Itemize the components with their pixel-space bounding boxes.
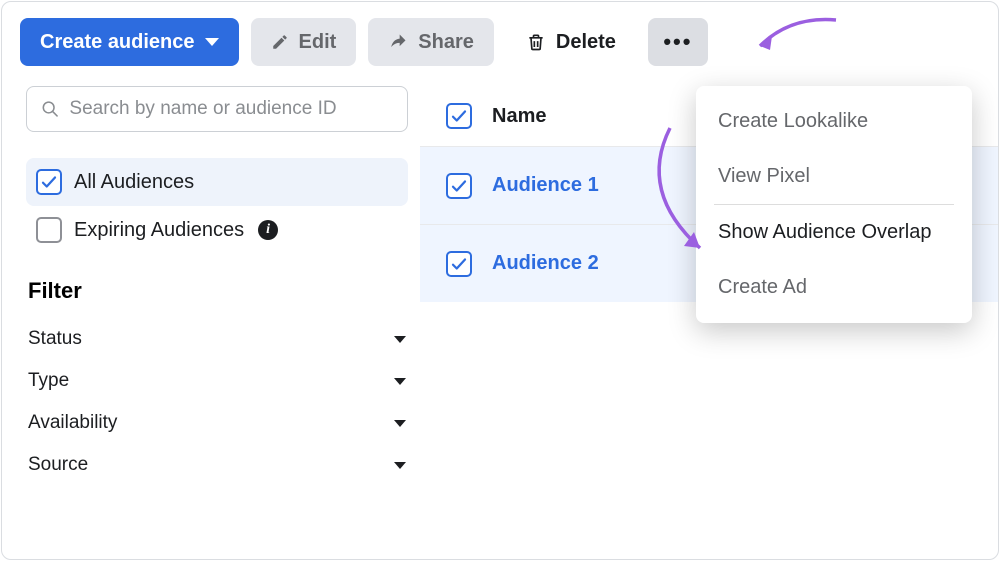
checkbox-row[interactable] (446, 173, 472, 199)
checkbox-row[interactable] (446, 251, 472, 277)
more-button[interactable]: ••• (648, 18, 708, 66)
trash-icon (526, 32, 546, 52)
audience-link[interactable]: Audience 1 (492, 174, 599, 197)
delete-button[interactable]: Delete (506, 18, 636, 66)
filter-source-label: Source (28, 454, 88, 476)
column-header-name: Name (492, 105, 546, 128)
edit-label: Edit (299, 31, 337, 54)
search-input[interactable] (69, 98, 393, 120)
check-icon (40, 173, 58, 191)
filter-availability-label: Availability (28, 412, 117, 434)
filter-availability[interactable]: Availability (26, 402, 408, 444)
dropdown-create-ad[interactable]: Create Ad (696, 260, 972, 315)
all-audiences-label: All Audiences (74, 171, 194, 194)
edit-button[interactable]: Edit (251, 18, 357, 66)
filter-type-label: Type (28, 370, 69, 392)
search-icon (41, 99, 59, 119)
dropdown-show-overlap[interactable]: Show Audience Overlap (696, 205, 972, 260)
more-icon: ••• (663, 29, 692, 55)
more-dropdown: Create Lookalike View Pixel Show Audienc… (696, 86, 972, 323)
share-button[interactable]: Share (368, 18, 494, 66)
expiring-audiences-label: Expiring Audiences (74, 219, 244, 242)
checkbox-select-all[interactable] (446, 103, 472, 129)
dropdown-view-pixel[interactable]: View Pixel (696, 149, 972, 204)
chevron-down-icon (394, 378, 406, 385)
dropdown-create-lookalike[interactable]: Create Lookalike (696, 94, 972, 149)
search-input-wrapper[interactable] (26, 86, 408, 132)
share-label: Share (418, 31, 474, 54)
pencil-icon (271, 33, 289, 51)
share-icon (388, 32, 408, 52)
check-icon (450, 255, 468, 273)
filter-type[interactable]: Type (26, 360, 408, 402)
checkbox-expiring-audiences[interactable] (36, 217, 62, 243)
check-icon (450, 177, 468, 195)
toolbar: Create audience Edit Share Delete ••• (2, 2, 998, 80)
filter-heading: Filter (28, 278, 408, 304)
caret-down-icon (205, 38, 219, 46)
check-icon (450, 107, 468, 125)
delete-label: Delete (556, 31, 616, 54)
filter-source[interactable]: Source (26, 444, 408, 486)
chevron-down-icon (394, 420, 406, 427)
chevron-down-icon (394, 462, 406, 469)
sidebar-item-expiring-audiences[interactable]: Expiring Audiences i (26, 206, 408, 254)
chevron-down-icon (394, 336, 406, 343)
create-audience-button[interactable]: Create audience (20, 18, 239, 66)
audience-link[interactable]: Audience 2 (492, 252, 599, 275)
checkbox-all-audiences[interactable] (36, 169, 62, 195)
filter-status[interactable]: Status (26, 318, 408, 360)
sidebar-item-all-audiences[interactable]: All Audiences (26, 158, 408, 206)
info-icon[interactable]: i (258, 220, 278, 240)
sidebar: All Audiences Expiring Audiences i Filte… (2, 80, 420, 486)
create-audience-label: Create audience (40, 31, 195, 54)
filter-status-label: Status (28, 328, 82, 350)
